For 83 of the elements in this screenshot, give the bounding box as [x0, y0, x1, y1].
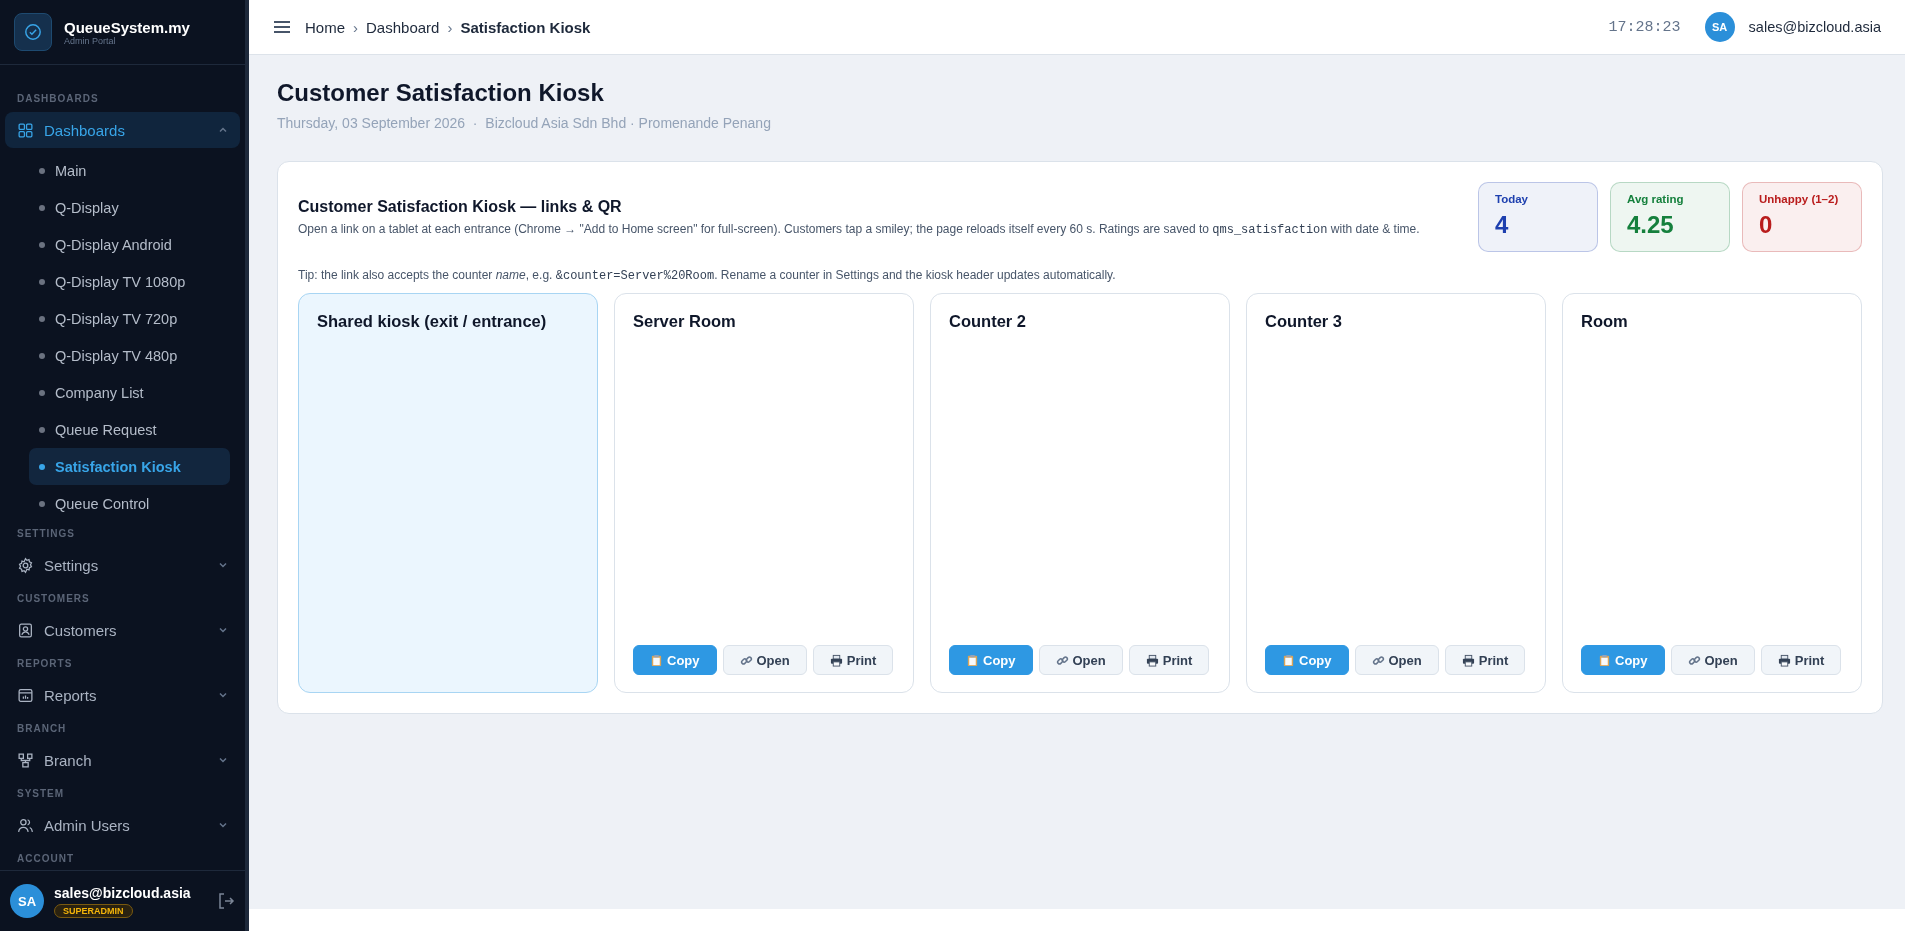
- chevron-icon: [218, 690, 228, 700]
- link-icon: [1371, 653, 1385, 667]
- clipboard-icon: [1282, 653, 1295, 667]
- sidebar-item[interactable]: Reports: [5, 677, 240, 713]
- link-icon: [1687, 653, 1701, 667]
- open-button[interactable]: Open: [722, 645, 807, 675]
- print-button[interactable]: Print: [812, 645, 894, 675]
- breadcrumb: Satisfaction Kiosk: [460, 18, 591, 36]
- sidebar-subitem[interactable]: Q-Display TV 1080p: [29, 263, 230, 300]
- tip-text: Tip: the link also accepts the counter name, e.g. &counter=Server%20Room. Rename a counter in Settings and the kiosk header updates automatically.: [298, 268, 1117, 283]
- chevron-icon: [218, 625, 228, 635]
- sidebar-subitem[interactable]: Q-Display TV 480p: [29, 337, 230, 374]
- section-label: BRANCH: [16, 722, 68, 736]
- breadcrumb-separator: ›: [353, 18, 358, 36]
- logout-icon[interactable]: [217, 892, 235, 910]
- clipboard-icon: [1598, 653, 1611, 667]
- chevron-icon: [218, 560, 228, 570]
- open-button[interactable]: Open: [1038, 645, 1123, 675]
- open-button[interactable]: Open: [1670, 645, 1755, 675]
- sidebar-subitem[interactable]: Queue Request: [29, 411, 230, 448]
- stat-card: Today 4: [1478, 182, 1598, 252]
- printer-icon: [1777, 653, 1791, 667]
- section-label: CUSTOMERS: [16, 592, 91, 606]
- sidebar-item[interactable]: Customers: [5, 612, 240, 648]
- open-button[interactable]: Open: [1354, 645, 1439, 675]
- kiosk-title: Server Room: [633, 312, 736, 331]
- breadcrumb-separator: ›: [447, 18, 453, 36]
- kiosk-title: Room: [1581, 312, 1628, 331]
- sidebar-item[interactable]: Dashboards: [5, 112, 240, 148]
- kiosk-title: Shared kiosk (exit / entrance): [317, 312, 547, 331]
- kiosk-title: Counter 2: [949, 312, 1026, 331]
- chevron-icon: [218, 820, 228, 830]
- clipboard-icon: [650, 653, 663, 667]
- section-label: ACCOUNT: [16, 852, 75, 866]
- panel-description: Open a link on a tablet at each entrance (Chrome → "Add to Home screen" for full-screen). Customers tap a smiley; the page reloads itself every 60 s. Ratings are saved to qms_satisfaction with date & time.: [298, 222, 1421, 237]
- print-button[interactable]: Print: [1444, 645, 1526, 675]
- page-title: Customer Satisfaction Kiosk: [277, 79, 605, 107]
- section-label: REPORTS: [16, 657, 74, 671]
- link-icon: [1055, 653, 1069, 667]
- printer-icon: [1145, 653, 1159, 667]
- settings-icon: [17, 556, 34, 574]
- contact-icon: [17, 621, 34, 639]
- kiosk-title: Counter 3: [1265, 312, 1342, 331]
- stat-card: Unhappy (1–2) 0: [1742, 182, 1862, 252]
- grid-icon: [17, 121, 34, 139]
- print-button[interactable]: Print: [1128, 645, 1210, 675]
- sidebar-subitem[interactable]: Queue Control: [29, 485, 230, 522]
- section-label: DASHBOARDS: [16, 92, 100, 106]
- print-button[interactable]: Print: [1760, 645, 1842, 675]
- clipboard-icon: [966, 653, 979, 667]
- section-label: SETTINGS: [16, 527, 76, 541]
- menu-icon[interactable]: [273, 20, 291, 34]
- branch-icon: [17, 751, 34, 769]
- clock: 17:28:23: [1608, 18, 1681, 36]
- role-badge: SUPERADMIN: [54, 903, 133, 918]
- sidebar-subitem[interactable]: Main: [29, 152, 230, 189]
- sidebar-item[interactable]: Admin Users: [5, 807, 240, 843]
- panel-title: Customer Satisfaction Kiosk — links & QR: [298, 198, 623, 216]
- sidebar-subitem[interactable]: Company List: [29, 374, 230, 411]
- users-icon: [17, 816, 34, 834]
- chevron-icon: [218, 755, 228, 765]
- sidebar-item[interactable]: Settings: [5, 547, 240, 583]
- user-email: sales@bizcloud.asia: [54, 884, 191, 901]
- sidebar-subitem[interactable]: Q-Display: [29, 189, 230, 226]
- section-label: SYSTEM: [16, 787, 66, 801]
- printer-icon: [1461, 653, 1475, 667]
- page-subtitle: Thursday, 03 September 2026 · Bizcloud Asia Sdn Bhd · Promenande Penang: [277, 115, 772, 131]
- sidebar-subitem[interactable]: Q-Display Android: [29, 226, 230, 263]
- report-icon: [17, 686, 34, 704]
- brand-subtitle: Admin Portal: [64, 35, 116, 46]
- sidebar-subitem[interactable]: Q-Display TV 720p: [29, 300, 230, 337]
- user-avatar: SA: [10, 884, 44, 918]
- chevron-icon: [218, 125, 228, 135]
- sidebar-item[interactable]: Branch: [5, 742, 240, 778]
- stat-card: Avg rating 4.25: [1610, 182, 1730, 252]
- app-logo: [14, 13, 52, 51]
- user-email[interactable]: sales@bizcloud.asia: [1748, 19, 1881, 35]
- breadcrumb[interactable]: Home: [305, 18, 345, 36]
- sidebar-subitem[interactable]: Satisfaction Kiosk: [29, 448, 230, 485]
- brand-name: QueueSystem.my: [64, 18, 190, 36]
- breadcrumb[interactable]: Dashboard: [366, 18, 440, 36]
- link-icon: [739, 653, 753, 667]
- printer-icon: [829, 653, 843, 667]
